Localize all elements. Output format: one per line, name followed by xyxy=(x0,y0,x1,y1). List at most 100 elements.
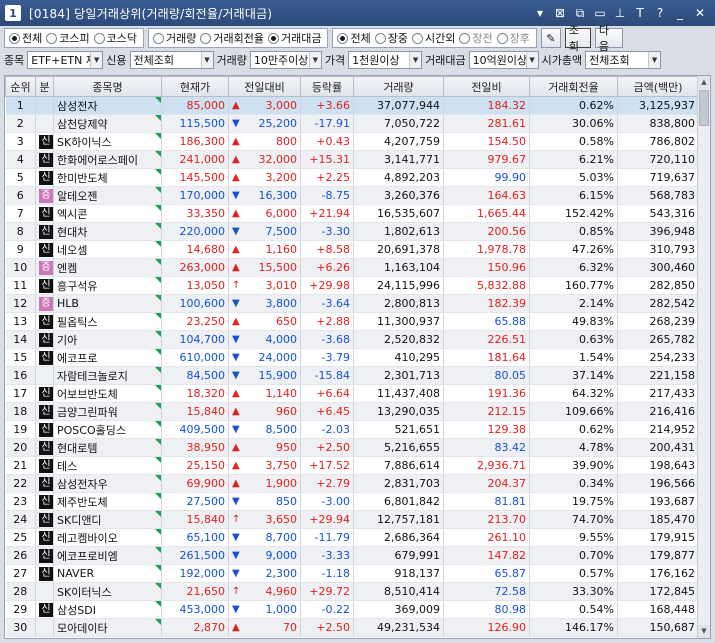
sort-radio-2[interactable]: 거래대금 xyxy=(267,30,323,46)
stock-name-cell[interactable]: 에코프로 xyxy=(53,348,162,367)
column-header[interactable]: 현재가 xyxy=(161,76,229,97)
stock-name-cell[interactable]: 현대차 xyxy=(53,222,162,241)
stock-name-cell[interactable]: SK하이닉스 xyxy=(53,132,162,151)
window-icon[interactable]: ▭ xyxy=(593,6,607,20)
market-radio-1[interactable]: 코스피 xyxy=(46,30,91,46)
stock-name-cell[interactable]: 네오셈 xyxy=(53,240,162,259)
column-header[interactable]: 종목명 xyxy=(53,76,162,97)
stock-name-cell[interactable]: 기아 xyxy=(53,330,162,349)
table-row[interactable]: 13 신 필옵틱스 23,250 ▲ 650 +2.88 11,300,937 65.88 49.… xyxy=(5,312,699,331)
column-header[interactable]: 거래량 xyxy=(353,76,444,97)
stock-name-cell[interactable]: 레고켐바이오 xyxy=(53,528,162,547)
close-icon[interactable]: ✕ xyxy=(693,6,707,20)
stock-name-cell[interactable]: SK디앤디 xyxy=(53,510,162,529)
table-row[interactable]: 10 증 엔켐 263,000 ▲ 15,500 +6.26 1,163,104 150.96 6… xyxy=(5,258,699,277)
stock-name-cell[interactable]: 삼성전자 xyxy=(53,96,162,115)
table-row[interactable]: 6 증 알테오젠 170,000 ▼ 16,300 -8.75 3,260,376 164.63… xyxy=(5,186,699,205)
stock-name-cell[interactable]: 필옵틱스 xyxy=(53,312,162,331)
table-row[interactable]: 8 신 현대차 220,000 ▼ 7,500 -3.30 1,802,613 200.56 0.… xyxy=(5,222,699,241)
minimize-icon[interactable]: _ xyxy=(673,6,687,20)
table-row[interactable]: 4 신 한화에어로스페이 241,000 ▲ 32,000 +15.31 3,141,771 9… xyxy=(5,150,699,169)
stock-name-cell[interactable]: NAVER xyxy=(53,564,162,583)
column-header[interactable]: 전일대비 xyxy=(228,76,301,97)
stock-name-cell[interactable]: 삼성SDI xyxy=(53,600,162,619)
memo-icon[interactable]: ⊠ xyxy=(553,6,567,20)
table-row[interactable]: 1 삼성전자 85,000 ▲ 3,000 +3.66 37,077,944 184.32 0.… xyxy=(5,96,699,115)
stock-name-cell[interactable]: 어보브반도체 xyxy=(53,384,162,403)
stock-name-cell[interactable]: 한미반도체 xyxy=(53,168,162,187)
market-radio-2[interactable]: 코스닥 xyxy=(93,30,139,46)
table-row[interactable]: 11 신 흥구석유 13,050 ↑ 3,010 +29.98 24,115,996 5,832… xyxy=(5,276,699,295)
table-row[interactable]: 21 신 테스 25,150 ▲ 3,750 +17.52 7,886,614 2,936.71… xyxy=(5,456,699,475)
query-button[interactable]: 조회 xyxy=(564,24,591,53)
amount-select[interactable]: 10억원이상 ▼ xyxy=(468,51,539,69)
table-row[interactable]: 27 신 NAVER 192,000 ▼ 2,300 -1.18 918,137 65.87 0.… xyxy=(5,564,699,583)
table-row[interactable]: 23 신 제주반도체 27,500 ▼ 850 -3.00 6,801,842 81.81 19.… xyxy=(5,492,699,511)
price-select[interactable]: 1천원이상 ▼ xyxy=(348,51,423,69)
sort-radio-1[interactable]: 거래회전율 xyxy=(200,30,266,46)
table-row[interactable]: 29 신 삼성SDI 453,000 ▼ 1,000 -0.22 369,009 80.98 0.… xyxy=(5,600,699,619)
stock-select[interactable]: ETF+ETN 제 ▼ xyxy=(27,51,104,69)
column-header[interactable]: 금액(백만) xyxy=(617,76,699,97)
stock-name-cell[interactable]: HLB xyxy=(53,294,162,313)
scroll-thumb[interactable] xyxy=(699,90,709,126)
stock-name-cell[interactable]: 금양그린파워 xyxy=(53,402,162,421)
column-header[interactable]: 분 xyxy=(35,76,54,97)
table-row[interactable]: 3 신 SK하이닉스 186,300 ▲ 800 +0.43 4,207,759 154.50 0… xyxy=(5,132,699,151)
wand-icon[interactable]: ✎ xyxy=(540,28,561,48)
link-icon[interactable]: ⧉ xyxy=(573,6,587,20)
stock-name-cell[interactable]: 알테오젠 xyxy=(53,186,162,205)
stock-name-cell[interactable]: 제주반도체 xyxy=(53,492,162,511)
volume-select[interactable]: 10만주이상 ▼ xyxy=(249,51,322,69)
table-row[interactable]: 12 증 HLB 100,600 ▼ 3,800 -3.64 2,800,813 182.39 2… xyxy=(5,294,699,313)
column-header[interactable]: 전일비 xyxy=(443,76,530,97)
stock-name-cell[interactable]: 자람테크놀로지 xyxy=(53,366,162,385)
stock-name-cell[interactable]: SK이터닉스 xyxy=(53,582,162,601)
table-row[interactable]: 25 신 레고켐바이오 65,100 ▼ 8,700 -11.79 2,686,364 261.… xyxy=(5,528,699,547)
stock-name-cell[interactable]: 모아데이타 xyxy=(53,618,162,637)
credit-select[interactable]: 전체조회 ▼ xyxy=(129,51,214,69)
column-header[interactable]: 등락률 xyxy=(300,76,354,97)
stock-name-cell[interactable]: 테스 xyxy=(53,456,162,475)
sort-radio-0[interactable]: 거래량 xyxy=(153,30,198,46)
table-row[interactable]: 7 신 엑시콘 33,350 ▲ 6,000 +21.94 16,535,607 1,665.4… xyxy=(5,204,699,223)
scroll-up-icon[interactable]: ▲ xyxy=(698,76,710,89)
table-row[interactable]: 9 신 네오셈 14,680 ▲ 1,160 +8.58 20,691,378 1,978.78… xyxy=(5,240,699,259)
scroll-down-icon[interactable]: ▼ xyxy=(698,625,710,638)
stock-name-cell[interactable]: POSCO홀딩스 xyxy=(53,420,162,439)
table-row[interactable]: 28 SK이터닉스 21,650 ↑ 4,960 +29.72 8,510,414 72.58… xyxy=(5,582,699,601)
session-radio-4[interactable]: 장후 xyxy=(496,30,532,46)
table-row[interactable]: 15 신 에코프로 610,000 ▼ 24,000 -3.79 410,295 181.64 1… xyxy=(5,348,699,367)
table-row[interactable]: 24 신 SK디앤디 15,840 ↑ 3,650 +29.94 12,757,181 213.… xyxy=(5,510,699,529)
column-header[interactable]: 순위 xyxy=(5,76,36,97)
session-radio-0[interactable]: 전체 xyxy=(337,30,372,46)
table-row[interactable]: 5 신 한미반도체 145,500 ▲ 3,200 +2.25 4,892,203 99.90 5… xyxy=(5,168,699,187)
vertical-scrollbar[interactable]: ▲ ▼ xyxy=(697,76,710,638)
stock-name-cell[interactable]: 엔켐 xyxy=(53,258,162,277)
table-row[interactable]: 20 신 현대로템 38,950 ▲ 950 +2.50 5,216,655 83.42 4.78… xyxy=(5,438,699,457)
table-row[interactable]: 26 신 에코프로비엠 261,500 ▼ 9,000 -3.33 679,991 147.82… xyxy=(5,546,699,565)
stock-name-cell[interactable]: 삼성전자우 xyxy=(53,474,162,493)
session-radio-1[interactable]: 장중 xyxy=(374,30,410,46)
stock-name-cell[interactable]: 에코프로비엠 xyxy=(53,546,162,565)
table-row[interactable]: 17 신 어보브반도체 18,320 ▲ 1,140 +6.64 11,437,408 191.… xyxy=(5,384,699,403)
help-icon[interactable]: ? xyxy=(653,6,667,20)
font-icon[interactable]: T xyxy=(633,6,647,20)
pin-icon[interactable]: ⊥ xyxy=(613,6,627,20)
table-row[interactable]: 18 신 금양그린파워 15,840 ▲ 960 +6.45 13,290,035 212.15… xyxy=(5,402,699,421)
cap-select[interactable]: 전체조회 ▼ xyxy=(585,51,662,69)
stock-name-cell[interactable]: 흥구석유 xyxy=(53,276,162,295)
column-header[interactable]: 거래회전율 xyxy=(529,76,618,97)
market-radio-0[interactable]: 전체 xyxy=(9,30,44,46)
dropdown-icon[interactable]: ▾ xyxy=(533,6,547,20)
session-radio-2[interactable]: 시간외 xyxy=(411,30,457,46)
table-row[interactable]: 14 신 기아 104,700 ▼ 4,000 -3.68 2,520,832 226.51 0.… xyxy=(5,330,699,349)
session-radio-3[interactable]: 장전 xyxy=(459,30,494,46)
next-button[interactable]: 다음 xyxy=(594,24,623,53)
stock-name-cell[interactable]: 한화에어로스페이 xyxy=(53,150,162,169)
table-row[interactable]: 19 신 POSCO홀딩스 409,500 ▼ 8,500 -2.03 521,651 129.… xyxy=(5,420,699,439)
table-row[interactable]: 22 신 삼성전자우 69,900 ▲ 1,900 +2.79 2,831,703 204.37… xyxy=(5,474,699,493)
table-row[interactable]: 16 자람테크놀로지 84,500 ▼ 15,900 -15.84 2,301,713 80.… xyxy=(5,366,699,385)
stock-name-cell[interactable]: 현대로템 xyxy=(53,438,162,457)
table-row[interactable]: 30 모아데이타 2,870 ▲ 70 +2.50 49,231,534 126.90 146.… xyxy=(5,618,699,637)
